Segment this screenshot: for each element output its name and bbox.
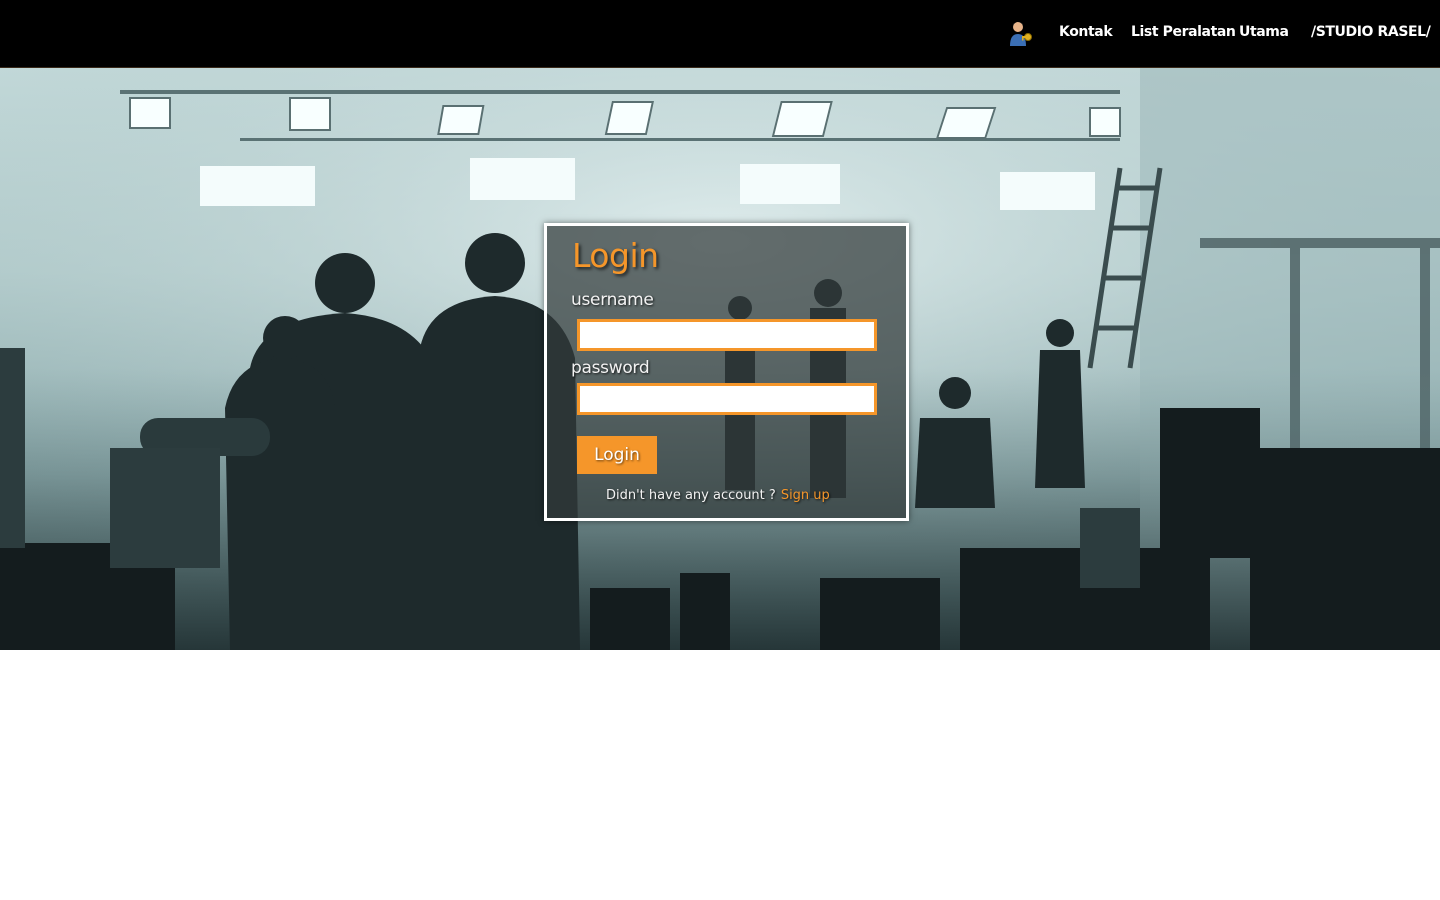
signup-prompt: Didn't have any account ?	[606, 488, 776, 503]
nav-brand-link[interactable]: /STUDIO RASEL/	[1311, 24, 1431, 40]
nav-link-list-peralatan[interactable]: List Peralatan	[1131, 24, 1236, 40]
username-input[interactable]	[577, 319, 877, 351]
login-panel: Login username password Login Didn't hav…	[544, 223, 909, 521]
username-label: username	[571, 290, 654, 310]
top-navbar: Kontak List Peralatan Utama /STUDIO RASE…	[0, 0, 1440, 68]
login-button[interactable]: Login	[577, 436, 657, 474]
password-label: password	[571, 358, 650, 378]
signup-link[interactable]: Sign up	[781, 488, 830, 503]
login-title: Login	[572, 236, 659, 275]
nav-link-utama[interactable]: Utama	[1239, 24, 1289, 40]
user-key-icon[interactable]	[1007, 19, 1035, 47]
nav-link-kontak[interactable]: Kontak	[1059, 24, 1113, 40]
password-input[interactable]	[577, 383, 877, 415]
signup-row: Didn't have any account ? Sign up	[606, 488, 830, 503]
